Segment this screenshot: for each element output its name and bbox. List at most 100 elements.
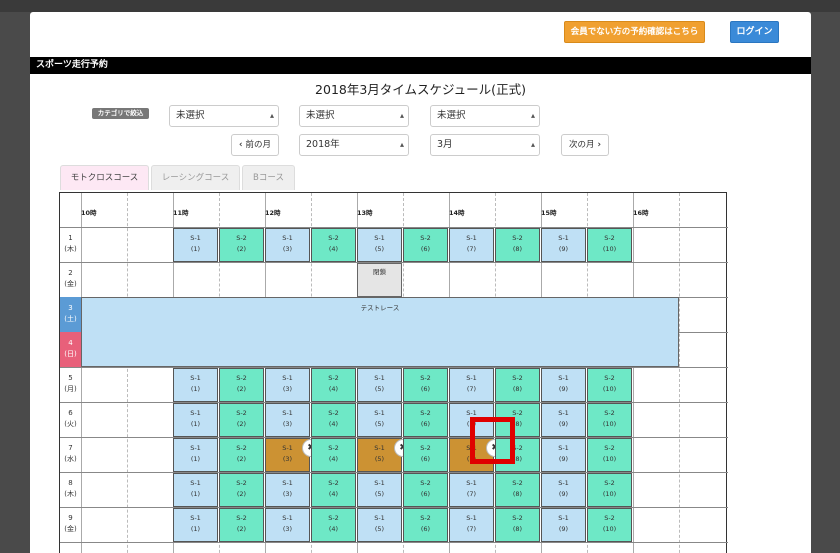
time-slot[interactable]: S-2 (10): [587, 403, 632, 437]
time-slot[interactable]: S-2 (10): [587, 368, 632, 402]
next-month-label: 次の月: [569, 140, 595, 150]
time-slot[interactable]: S-2 (10): [587, 228, 632, 262]
slot-number: (9): [558, 490, 569, 498]
time-slot[interactable]: S-2 (2): [219, 473, 264, 507]
time-slot[interactable]: S-1 (3): [265, 473, 310, 507]
time-slot[interactable]: S-2 (6): [403, 508, 448, 542]
time-slot[interactable]: S-2 (4): [311, 473, 356, 507]
time-slot[interactable]: S-2 (6): [403, 228, 448, 262]
prev-month-button[interactable]: ‹ 前の月: [231, 134, 279, 156]
category-select-1[interactable]: 未選択 ▴: [169, 105, 279, 127]
time-slot[interactable]: S-1 (1): [173, 508, 218, 542]
time-slot[interactable]: S-1 (3): [265, 508, 310, 542]
slot-label: S-2: [420, 444, 431, 452]
slot-number: (3): [282, 420, 293, 428]
time-slot[interactable]: S-1 (1): [173, 473, 218, 507]
slot-number: (2): [236, 385, 247, 393]
time-slot[interactable]: S-1 (3): [265, 403, 310, 437]
hour-label: 16時: [633, 209, 649, 217]
time-slot[interactable]: S-2 (2): [219, 228, 264, 262]
day-number: 7: [68, 444, 73, 452]
year-select[interactable]: 2018年 ▴: [299, 134, 409, 156]
time-slot[interactable]: S-1 (1): [173, 368, 218, 402]
tab-b-course[interactable]: Bコース: [242, 165, 295, 190]
time-slot[interactable]: S-1 (7): [449, 368, 494, 402]
month-select[interactable]: 3月 ▴: [430, 134, 540, 156]
day-number: 3: [68, 304, 73, 312]
tab-motocross[interactable]: モトクロスコース: [60, 165, 149, 190]
slot-label: S-2: [328, 444, 339, 452]
slot-label: S-1: [190, 234, 201, 242]
slot-number: (7): [466, 490, 477, 498]
time-slot[interactable]: S-2 (8): [495, 473, 540, 507]
time-slot[interactable]: S-1 (9): [541, 438, 586, 472]
time-slot[interactable]: S-1 (1): [173, 228, 218, 262]
time-slot[interactable]: S-2 (4): [311, 438, 356, 472]
slot-label: S-1: [190, 409, 201, 417]
slot-number: (7): [466, 525, 477, 533]
time-slot[interactable]: S-1 (5): [357, 368, 402, 402]
slot-label: S-1: [190, 374, 201, 382]
time-slot[interactable]: S-1 (5): [357, 403, 402, 437]
slot-number: (3): [282, 245, 293, 253]
login-button[interactable]: ログイン: [730, 21, 779, 43]
slot-number: (8): [512, 245, 523, 253]
category-select-2[interactable]: 未選択 ▴: [299, 105, 409, 127]
time-slot[interactable]: S-2 (2): [219, 368, 264, 402]
slot-label: S-2: [604, 514, 615, 522]
time-slot[interactable]: S-1 (3): [265, 368, 310, 402]
time-slot[interactable]: S-1 (9): [541, 403, 586, 437]
day-of-week: (月): [64, 385, 77, 393]
slot-label: S-2: [236, 374, 247, 382]
time-slot[interactable]: S-2 (8): [495, 228, 540, 262]
time-slot[interactable]: S-1 (7): [449, 508, 494, 542]
non-member-reservation-button[interactable]: 会員でない方の予約確認はこちら: [564, 21, 705, 43]
time-slot[interactable]: S-2 (6): [403, 368, 448, 402]
slot-label: S-1: [190, 479, 201, 487]
time-slot[interactable]: S-2 (4): [311, 228, 356, 262]
time-slot[interactable]: S-2 (2): [219, 438, 264, 472]
select-arrows-icon: ▴: [269, 111, 274, 120]
time-slot[interactable]: S-2 (8): [495, 368, 540, 402]
slot-label: S-2: [512, 234, 523, 242]
time-slot[interactable]: S-2 (4): [311, 403, 356, 437]
time-slot[interactable]: S-2 (6): [403, 438, 448, 472]
hour-label: 11時: [173, 209, 189, 217]
time-slot[interactable]: S-1 (3): [265, 228, 310, 262]
time-slot[interactable]: S-2 (8): [495, 508, 540, 542]
category-select-1-value: 未選択: [176, 110, 205, 121]
time-slot[interactable]: S-2 (6): [403, 403, 448, 437]
slot-number: (2): [236, 525, 247, 533]
time-slot[interactable]: S-1 (7): [449, 228, 494, 262]
time-slot[interactable]: S-2 (10): [587, 473, 632, 507]
time-slot[interactable]: S-1 (5): [357, 473, 402, 507]
time-slot[interactable]: S-1 (5): [357, 508, 402, 542]
time-slot[interactable]: S-2 (2): [219, 403, 264, 437]
time-slot[interactable]: S-1 (9): [541, 228, 586, 262]
time-slot[interactable]: S-1 (9): [541, 368, 586, 402]
grid-column-line: [679, 193, 680, 553]
time-slot[interactable]: S-2 (4): [311, 368, 356, 402]
time-slot[interactable]: S-1 (9): [541, 473, 586, 507]
time-slot[interactable]: S-2 (4): [311, 508, 356, 542]
next-month-button[interactable]: 次の月 ›: [561, 134, 609, 156]
slot-label: S-2: [420, 374, 431, 382]
time-slot[interactable]: S-2 (10): [587, 438, 632, 472]
slot-label: S-1: [374, 409, 385, 417]
time-slot[interactable]: S-1 (7): [449, 473, 494, 507]
day-label: 5 (月): [60, 367, 81, 402]
event-block-test-race[interactable]: テストレース: [81, 297, 679, 367]
time-slot[interactable]: S-2 (2): [219, 508, 264, 542]
time-slot[interactable]: S-2 (6): [403, 473, 448, 507]
month-select-value: 3月: [437, 139, 453, 150]
time-slot[interactable]: S-2 (10): [587, 508, 632, 542]
category-select-3[interactable]: 未選択 ▴: [430, 105, 540, 127]
time-slot[interactable]: S-1 (1): [173, 403, 218, 437]
time-slot[interactable]: S-1 (9): [541, 508, 586, 542]
select-arrows-icon: ▴: [530, 111, 535, 120]
time-slot[interactable]: S-1 (1): [173, 438, 218, 472]
slot-label: S-1: [374, 374, 385, 382]
tab-racing[interactable]: レーシングコース: [151, 165, 240, 190]
time-slot[interactable]: S-1 (5): [357, 228, 402, 262]
select-arrows-icon: ▴: [399, 140, 404, 149]
